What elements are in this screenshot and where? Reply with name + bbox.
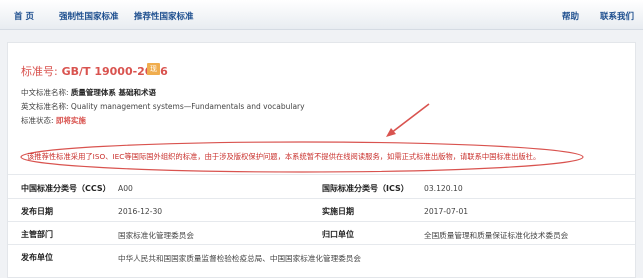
publisher-label: 发布单位 (21, 253, 53, 262)
technical-committee-label: 归口单位 (322, 230, 354, 239)
ccs-value: A00 (118, 184, 133, 193)
technical-committee-value: 全国质量管理和质量保证标准化技术委员会 (424, 231, 569, 240)
authority-value: 国家标准化管理委员会 (118, 231, 194, 240)
effective-date-label: 实施日期 (322, 207, 354, 216)
detail-row-departments: 主管部门 国家标准化管理委员会 归口单位 全国质量管理和质量保证标准化技术委员会 (8, 222, 635, 244)
detail-row-ccs: 中国标准分类号（CCS） A00 国际标准分类号（ICS） 03.120.10 (8, 176, 635, 198)
publish-date-value: 2016-12-30 (118, 207, 163, 216)
nav-mandatory-link[interactable]: 强制性国家标准 (59, 10, 119, 22)
standard-title: 标准号: GB/T 19000-2016 (21, 63, 168, 79)
publish-date-label: 发布日期 (21, 207, 53, 216)
en-name-label: 英文标准名称: (21, 102, 69, 111)
divider (8, 174, 635, 175)
ccs-label: 中国标准分类号（CCS） (21, 184, 111, 193)
authority-label: 主管部门 (21, 230, 53, 239)
status-label: 标准状态: (21, 116, 54, 125)
en-name-value: Quality management systems—Fundamentals … (70, 102, 305, 111)
nav-help-link[interactable]: 帮助 (562, 10, 579, 22)
notice-text: 该推荐性标准采用了ISO、IEC等国际国外组织的标准，由于涉及版权保护问题，本系… (27, 152, 541, 161)
ics-value: 03.120.10 (424, 184, 463, 193)
arrow-annotation (386, 103, 430, 137)
detail-row-publisher: 发布单位 中华人民共和国国家质量监督检验检疫总局、中国国家标准化管理委员会 (8, 245, 635, 267)
nav-home-link[interactable]: 首 页 (14, 10, 34, 22)
cn-name-value: 质量管理体系 基础和术语 (70, 88, 157, 97)
nav-recommended-link[interactable]: 推荐性国家标准 (134, 10, 194, 22)
standard-number-label: 标准号: (21, 65, 58, 78)
effective-date-value: 2017-07-01 (424, 207, 469, 216)
copyright-notice: 该推荐性标准采用了ISO、IEC等国际国外组织的标准，由于涉及版权保护问题，本系… (18, 140, 586, 174)
status-badge: 现 (147, 63, 160, 75)
detail-row-dates: 发布日期 2016-12-30 实施日期 2017-07-01 (8, 199, 635, 221)
standard-detail-panel: 标准号: GB/T 19000-2016 现 中文标准名称: 质量管理体系 基础… (7, 42, 636, 278)
nav-contact-link[interactable]: 联系我们 (600, 10, 634, 22)
cn-name-label: 中文标准名称: (21, 88, 69, 97)
status-value: 即将实施 (55, 116, 86, 125)
ics-label: 国际标准分类号（ICS） (322, 184, 409, 193)
status-line: 标准状态: 即将实施 (21, 115, 86, 126)
publisher-value: 中华人民共和国国家质量监督检验检疫总局、中国国家标准化管理委员会 (118, 254, 361, 263)
en-name-line: 英文标准名称: Quality management systems—Funda… (21, 101, 305, 112)
cn-name-line: 中文标准名称: 质量管理体系 基础和术语 (21, 87, 156, 98)
top-navigation: 首 页 强制性国家标准 推荐性国家标准 帮助 联系我们 (0, 0, 643, 30)
